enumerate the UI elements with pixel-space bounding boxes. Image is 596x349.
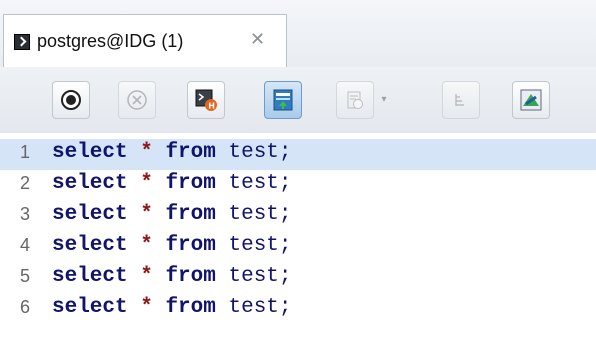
- record-icon: [53, 82, 89, 118]
- execute-button[interactable]: [52, 81, 90, 119]
- terminal-icon: [14, 34, 30, 50]
- table-name: test;: [228, 234, 292, 257]
- svg-text:H: H: [208, 102, 215, 111]
- history-dropdown-icon[interactable]: ▾: [378, 94, 390, 106]
- editor-line[interactable]: 5 select * from test;: [0, 263, 596, 294]
- editor-line[interactable]: 2 select * from test;: [0, 170, 596, 201]
- keyword-from: from: [165, 234, 216, 257]
- line-number: 2: [20, 173, 31, 193]
- table-name: test;: [228, 265, 292, 288]
- format-sql-icon: [443, 82, 479, 118]
- toolbar: H ▾: [0, 67, 596, 134]
- line-number: 1: [20, 142, 31, 162]
- keyword-select: select: [52, 265, 128, 288]
- keyword-from: from: [165, 265, 216, 288]
- line-number: 5: [20, 266, 31, 286]
- keyword-from: from: [165, 203, 216, 226]
- explain-plan-icon: H: [188, 82, 224, 118]
- export-results-icon: [265, 82, 301, 118]
- star-token: *: [140, 234, 153, 257]
- code-text: select * from test;: [52, 141, 292, 164]
- explain-button[interactable]: H: [187, 81, 225, 119]
- star-token: *: [140, 296, 153, 319]
- format-button[interactable]: [442, 81, 480, 119]
- export-button[interactable]: [264, 81, 302, 119]
- tab-sql-editor[interactable]: postgres@IDG (1) ✕: [3, 14, 287, 67]
- code-text: select * from test;: [52, 203, 292, 226]
- table-name: test;: [228, 203, 292, 226]
- close-icon[interactable]: ✕: [250, 29, 265, 50]
- code-text: select * from test;: [52, 234, 292, 257]
- tab-title: postgres@IDG (1): [37, 31, 184, 51]
- table-name: test;: [228, 141, 292, 164]
- table-name: test;: [228, 296, 292, 319]
- editor-line[interactable]: 3 select * from test;: [0, 201, 596, 232]
- history-icon: [337, 82, 373, 118]
- history-button[interactable]: [336, 81, 374, 119]
- cancel-circle-icon: [119, 82, 155, 118]
- keyword-from: from: [165, 296, 216, 319]
- star-token: *: [140, 172, 153, 195]
- star-token: *: [140, 141, 153, 164]
- editor-line[interactable]: 1 select * from test;: [0, 139, 596, 170]
- editor-line[interactable]: 6 select * from test;: [0, 294, 596, 325]
- keyword-from: from: [165, 141, 216, 164]
- line-number: 3: [20, 204, 31, 224]
- keyword-select: select: [52, 203, 128, 226]
- line-number: 6: [20, 297, 31, 317]
- visualize-button[interactable]: [512, 81, 550, 119]
- code-text: select * from test;: [52, 265, 292, 288]
- line-number: 4: [20, 235, 31, 255]
- editor-line[interactable]: 4 select * from test;: [0, 232, 596, 263]
- keyword-from: from: [165, 172, 216, 195]
- table-name: test;: [228, 172, 292, 195]
- tab-bar: postgres@IDG (1) ✕: [0, 0, 596, 68]
- cancel-button[interactable]: [118, 81, 156, 119]
- star-token: *: [140, 203, 153, 226]
- visualize-icon: [513, 82, 549, 118]
- code-text: select * from test;: [52, 172, 292, 195]
- keyword-select: select: [52, 141, 128, 164]
- keyword-select: select: [52, 172, 128, 195]
- keyword-select: select: [52, 234, 128, 257]
- star-token: *: [140, 265, 153, 288]
- keyword-select: select: [52, 296, 128, 319]
- sql-editor[interactable]: 1 select * from test; 2 select * from te…: [0, 133, 596, 349]
- code-text: select * from test;: [52, 296, 292, 319]
